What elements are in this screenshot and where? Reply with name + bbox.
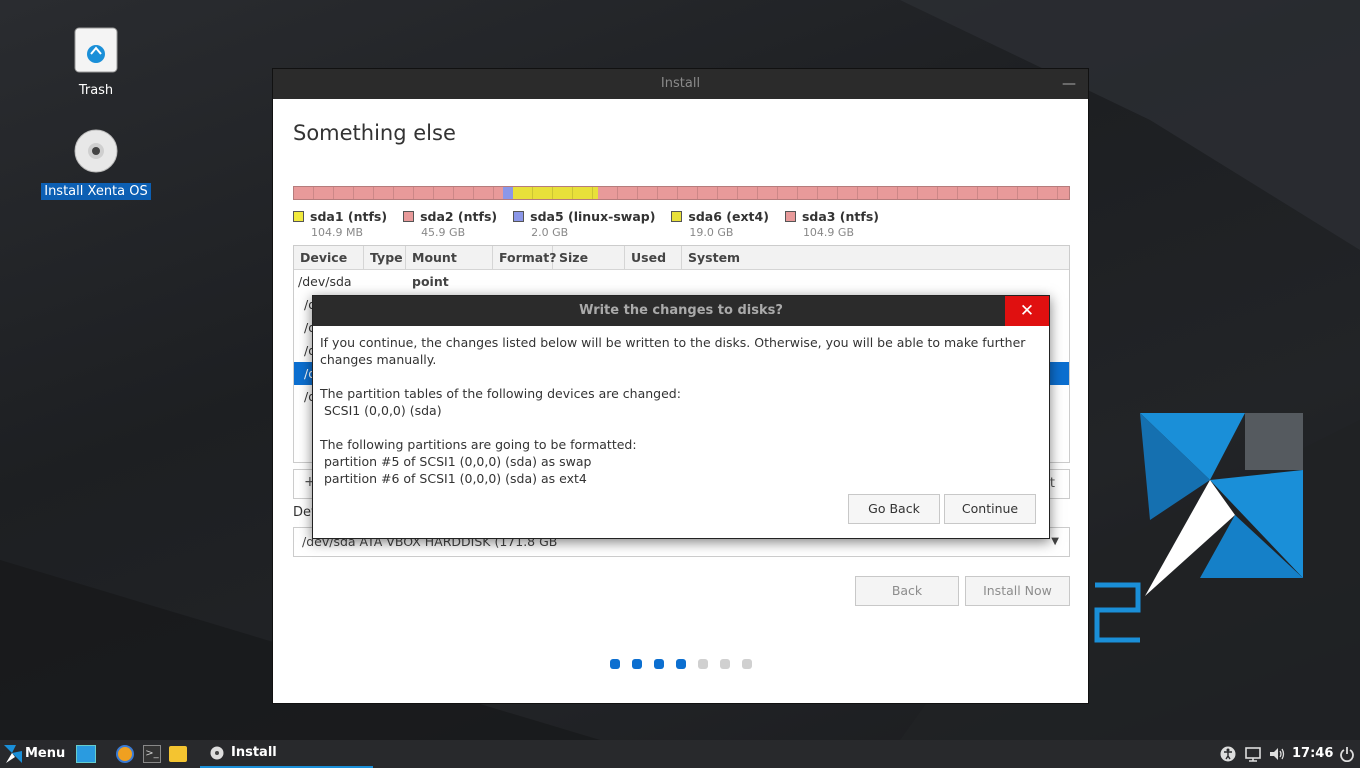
progress-dot <box>720 659 730 669</box>
window-title: Install <box>660 76 701 91</box>
legend-item: sda3 (ntfs) 104.9 GB <box>784 209 879 239</box>
back-button[interactable]: Back <box>855 576 959 606</box>
page-title: Something else <box>293 121 456 145</box>
column-header-system[interactable]: System <box>682 246 1069 269</box>
close-button[interactable]: ✕ <box>1005 296 1049 326</box>
format-item: partition #6 of SCSI1 (0,0,0) (sda) as e… <box>320 471 587 486</box>
go-back-button[interactable]: Go Back <box>848 494 940 524</box>
legend-size: 2.0 GB <box>531 226 569 239</box>
install-now-button[interactable]: Install Now <box>965 576 1070 606</box>
progress-dot <box>698 659 708 669</box>
progress-dot-active <box>654 659 664 669</box>
legend-name: sda1 (ntfs) <box>310 209 388 224</box>
power-icon[interactable] <box>1339 746 1355 762</box>
partition-segment-sda6 <box>512 187 598 199</box>
legend-swatch <box>403 211 415 222</box>
partition-segment-sda3 <box>597 187 1069 199</box>
desktop-icon-trash[interactable]: Trash <box>41 26 151 99</box>
window-titlebar[interactable]: Install — <box>273 69 1088 99</box>
partition-segment-sda2 <box>294 187 504 199</box>
legend-swatch <box>784 211 796 222</box>
dialog-intro: If you continue, the changes listed belo… <box>320 335 1026 367</box>
dialog-title: Write the changes to disks? <box>579 303 783 318</box>
column-header-format[interactable]: Format? <box>493 246 556 269</box>
legend-size: 19.0 GB <box>689 226 734 239</box>
desktop-icon-install-xenta[interactable]: Install Xenta OS <box>41 127 151 200</box>
partition-segment-sda5 <box>503 187 513 199</box>
terminal-icon[interactable]: >_ <box>143 745 161 763</box>
volume-icon[interactable] <box>1269 746 1285 762</box>
menu-label: Menu <box>25 746 66 761</box>
menu-button[interactable]: Menu <box>4 740 65 768</box>
column-header-type[interactable]: Type <box>364 246 406 269</box>
clock[interactable]: 17:46 <box>1292 740 1333 768</box>
show-desktop-icon[interactable] <box>76 745 96 763</box>
revert-button[interactable]: t <box>1050 476 1055 491</box>
taskbar: Menu >_ Install 17:46 <box>0 740 1360 768</box>
legend-name: sda6 (ext4) <box>688 209 769 224</box>
legend-item: sda1 (ntfs) 104.9 MB <box>293 209 387 239</box>
legend-name: sda5 (linux-swap) <box>530 209 656 224</box>
accessibility-icon[interactable] <box>1220 746 1236 762</box>
column-header-device[interactable]: Device <box>294 246 364 269</box>
column-header-used[interactable]: Used <box>625 246 682 269</box>
partition-legend: sda1 (ntfs) 104.9 MB sda2 (ntfs) 45.9 GB… <box>293 209 895 239</box>
progress-dots <box>610 659 764 669</box>
legend-swatch <box>671 211 683 222</box>
xenta-logo-icon <box>4 745 22 763</box>
progress-dot <box>742 659 752 669</box>
column-header-mount[interactable]: Mount point <box>406 246 493 289</box>
cd-icon <box>74 129 118 173</box>
legend-swatch <box>293 211 304 222</box>
legend-size: 45.9 GB <box>421 226 466 239</box>
progress-dot-active <box>632 659 642 669</box>
taskbar-window-install[interactable]: Install <box>200 740 373 768</box>
format-heading: The following partitions are going to be… <box>320 437 637 452</box>
dialog-body: If you continue, the changes listed belo… <box>313 326 1049 495</box>
tables-heading: The partition tables of the following de… <box>320 386 681 401</box>
network-icon[interactable] <box>1245 746 1261 762</box>
continue-button[interactable]: Continue <box>944 494 1036 524</box>
column-header-size[interactable]: Size <box>553 246 625 269</box>
desktop-icon-label: Install Xenta OS <box>41 183 151 200</box>
legend-item: sda5 (linux-swap) 2.0 GB <box>513 209 655 239</box>
table-header: Device Type Mount point Format? Size Use… <box>294 246 1069 289</box>
dialog-titlebar[interactable]: Write the changes to disks? ✕ <box>313 296 1049 326</box>
legend-size: 104.9 GB <box>802 226 854 239</box>
progress-dot-active <box>610 659 620 669</box>
legend-item: sda6 (ext4) 19.0 GB <box>671 209 769 239</box>
trash-icon <box>74 27 118 73</box>
write-changes-dialog: Write the changes to disks? ✕ If you con… <box>312 295 1050 539</box>
legend-name: sda3 (ntfs) <box>801 209 879 224</box>
progress-dot-active <box>676 659 686 669</box>
legend-name: sda2 (ntfs) <box>420 209 498 224</box>
browser-icon[interactable] <box>116 745 134 763</box>
format-item: partition #5 of SCSI1 (0,0,0) (sda) as s… <box>320 454 592 469</box>
close-icon: ✕ <box>1019 301 1035 321</box>
tables-item: SCSI1 (0,0,0) (sda) <box>320 403 442 418</box>
cd-icon <box>210 746 224 760</box>
desktop-icon-label: Trash <box>78 83 114 98</box>
table-row[interactable]: /dev/sda <box>294 270 1069 293</box>
taskbar-window-label: Install <box>231 745 277 760</box>
dropdown-arrow-icon: ▼ <box>1051 536 1059 547</box>
legend-size: 104.9 MB <box>311 226 364 239</box>
partition-bar <box>293 186 1070 200</box>
legend-item: sda2 (ntfs) 45.9 GB <box>403 209 497 239</box>
folder-icon[interactable] <box>169 746 187 762</box>
minimize-button[interactable]: — <box>1062 69 1076 99</box>
legend-swatch <box>513 211 525 222</box>
